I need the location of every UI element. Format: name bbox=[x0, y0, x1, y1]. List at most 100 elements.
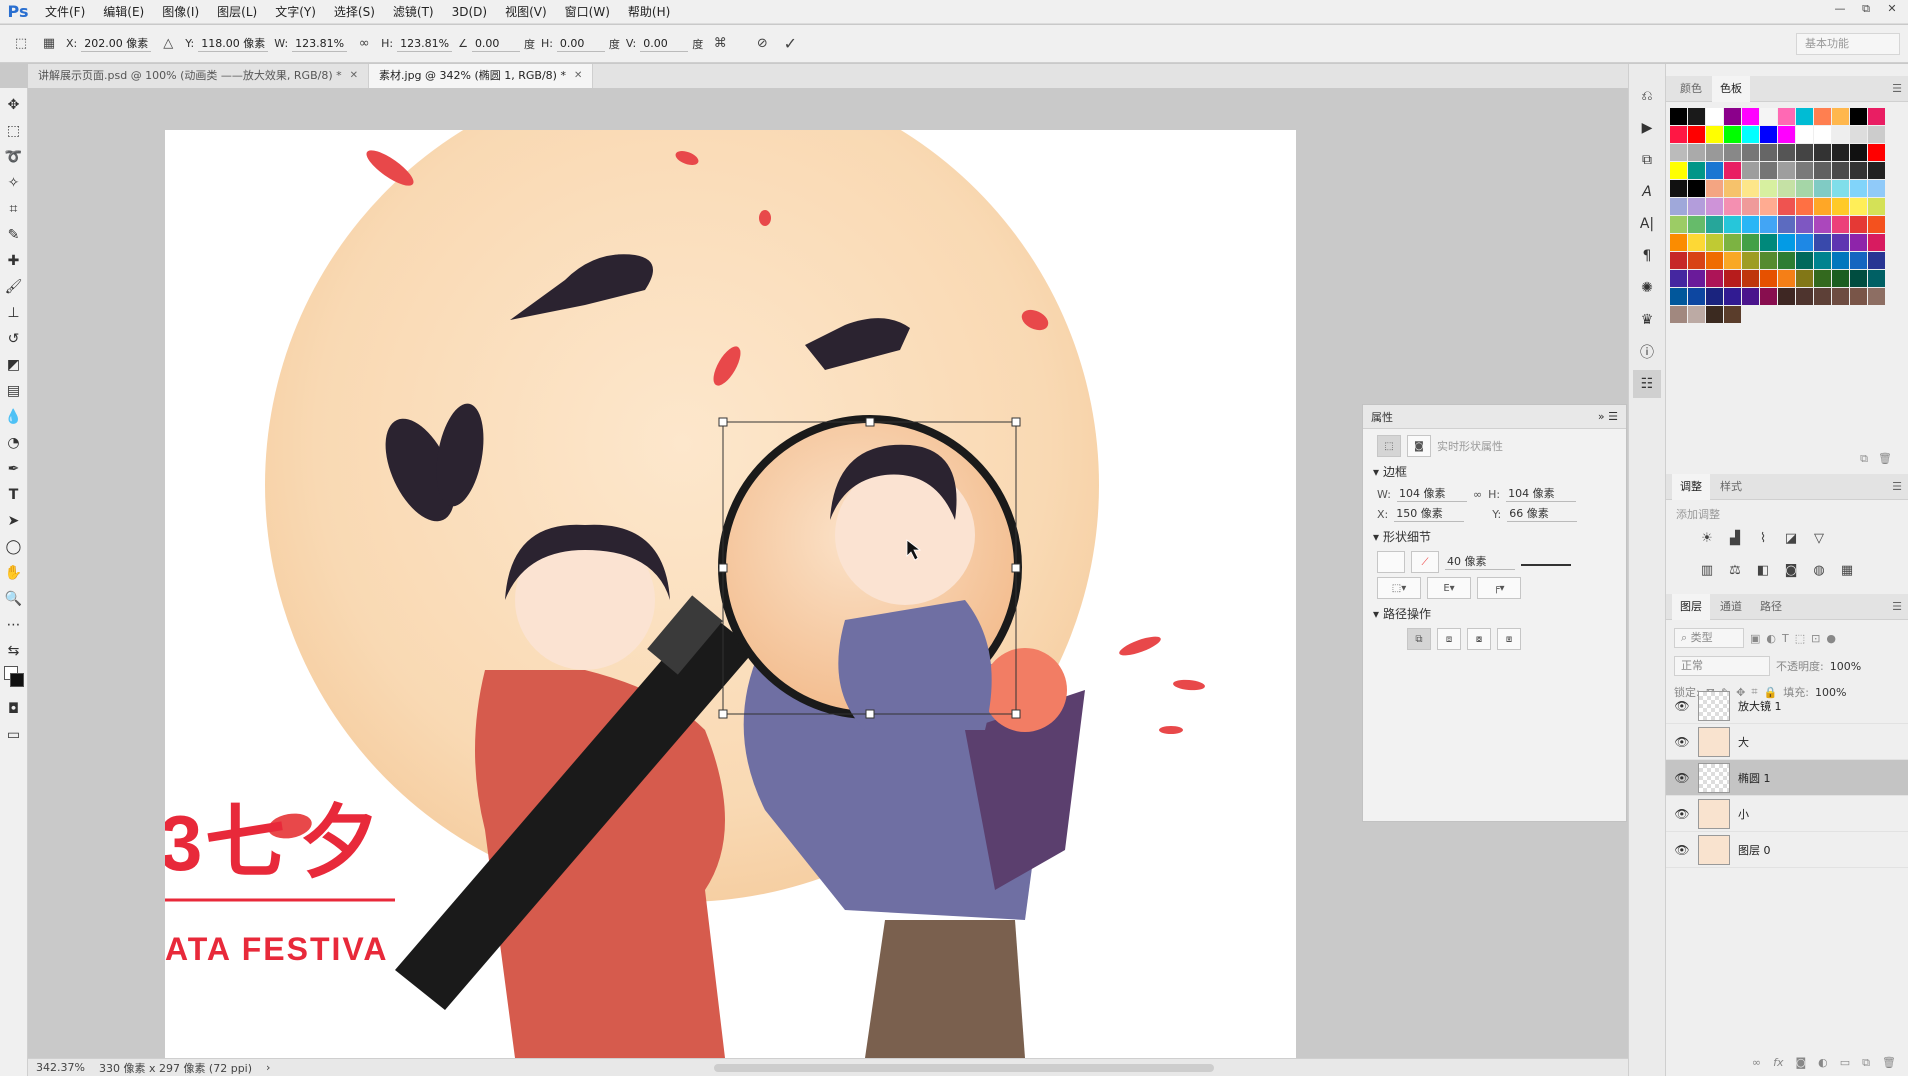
swatch[interactable] bbox=[1724, 198, 1741, 215]
y-input[interactable]: 118.00 像素 bbox=[198, 36, 269, 52]
swatch[interactable] bbox=[1742, 252, 1759, 269]
filter-shape-icon[interactable]: ⬚ bbox=[1795, 632, 1805, 645]
swatch[interactable] bbox=[1778, 252, 1795, 269]
swatch[interactable] bbox=[1742, 108, 1759, 125]
align-stroke-icon[interactable]: ⬚▾ bbox=[1377, 577, 1421, 599]
swatch[interactable] bbox=[1724, 252, 1741, 269]
lasso-tool-icon[interactable]: ➰ bbox=[1, 144, 27, 170]
dodge-tool-icon[interactable]: ◔ bbox=[1, 430, 27, 456]
minimize-button[interactable]: — bbox=[1830, 0, 1850, 18]
menu-item[interactable]: 图层(L) bbox=[208, 0, 266, 24]
eyedropper-tool-icon[interactable]: ✎ bbox=[1, 222, 27, 248]
tab-document-2[interactable]: 素材.jpg @ 342% (椭圆 1, RGB/8) * ✕ bbox=[369, 64, 594, 88]
opacity-input[interactable]: 100% bbox=[1830, 660, 1861, 673]
swatch[interactable] bbox=[1796, 198, 1813, 215]
info-icon[interactable]: ⓘ bbox=[1633, 338, 1661, 366]
swatch[interactable] bbox=[1796, 144, 1813, 161]
swatch[interactable] bbox=[1778, 216, 1795, 233]
swatch[interactable] bbox=[1760, 198, 1777, 215]
swatch[interactable] bbox=[1760, 288, 1777, 305]
levels-icon[interactable]: ▟ bbox=[1724, 528, 1746, 548]
swatch[interactable] bbox=[1706, 252, 1723, 269]
swatch[interactable] bbox=[1796, 216, 1813, 233]
actions-play-icon[interactable]: ▶ bbox=[1633, 114, 1661, 142]
swatch[interactable] bbox=[1778, 144, 1795, 161]
eraser-tool-icon[interactable]: ◩ bbox=[1, 352, 27, 378]
swatch[interactable] bbox=[1850, 108, 1867, 125]
reference-point-icon[interactable]: ▦ bbox=[38, 33, 60, 55]
type-tool-icon[interactable]: T bbox=[1, 482, 27, 508]
menu-item[interactable]: 窗口(W) bbox=[556, 0, 619, 24]
swatch[interactable] bbox=[1850, 144, 1867, 161]
add-mask-icon[interactable]: ◙ bbox=[1795, 1056, 1806, 1076]
tab-paths[interactable]: 路径 bbox=[1752, 594, 1790, 620]
subtract-shape-icon[interactable]: ⧈ bbox=[1437, 628, 1461, 650]
swatch[interactable] bbox=[1850, 288, 1867, 305]
swatch[interactable] bbox=[1832, 108, 1849, 125]
swatch[interactable] bbox=[1706, 234, 1723, 251]
swatch[interactable] bbox=[1778, 180, 1795, 197]
swatch[interactable] bbox=[1796, 270, 1813, 287]
swatch[interactable] bbox=[1868, 162, 1885, 179]
swatch[interactable] bbox=[1706, 306, 1723, 323]
tab-adjustments[interactable]: 调整 bbox=[1672, 473, 1710, 500]
swatch[interactable] bbox=[1724, 162, 1741, 179]
layer-row[interactable]: 👁 大 bbox=[1666, 724, 1908, 760]
color-balance-icon[interactable]: ⚖ bbox=[1724, 560, 1746, 580]
swatch[interactable] bbox=[1724, 216, 1741, 233]
exclude-shape-icon[interactable]: ⧆ bbox=[1497, 628, 1521, 650]
swatch[interactable] bbox=[1688, 306, 1705, 323]
swatch[interactable] bbox=[1796, 180, 1813, 197]
line-join-icon[interactable]: ╒▾ bbox=[1477, 577, 1521, 599]
swatch[interactable] bbox=[1778, 162, 1795, 179]
swatch[interactable] bbox=[1832, 144, 1849, 161]
swatch[interactable] bbox=[1706, 144, 1723, 161]
color-swatch-icon[interactable] bbox=[1, 664, 27, 696]
link-layers-icon[interactable]: ∞ bbox=[1752, 1056, 1761, 1076]
swatch[interactable] bbox=[1778, 108, 1795, 125]
fx-icon[interactable]: fx bbox=[1773, 1056, 1783, 1076]
new-group-icon[interactable]: ▭ bbox=[1840, 1056, 1850, 1076]
section-shape[interactable]: ▾ 形状细节 bbox=[1363, 524, 1626, 549]
combine-shapes-icon[interactable]: ⧉ bbox=[1407, 628, 1431, 650]
close-icon[interactable]: ✕ bbox=[350, 64, 358, 88]
menu-item[interactable]: 编辑(E) bbox=[94, 0, 153, 24]
swatch[interactable] bbox=[1850, 270, 1867, 287]
move-tool-icon[interactable]: ✥ bbox=[1, 92, 27, 118]
transform-tool-icon[interactable]: ⬚ bbox=[10, 33, 32, 55]
tab-document-1[interactable]: 讲解展示页面.psd @ 100% (动画类 ——放大效果, RGB/8) * … bbox=[28, 64, 370, 88]
cancel-transform-icon[interactable]: ⊘ bbox=[751, 33, 773, 55]
swatch[interactable] bbox=[1868, 234, 1885, 251]
clone-stamp-tool-icon[interactable]: ⊥ bbox=[1, 300, 27, 326]
filter-adjust-icon[interactable]: ◐ bbox=[1766, 632, 1776, 645]
swatch[interactable] bbox=[1670, 162, 1687, 179]
delete-layer-icon[interactable]: 🗑 bbox=[1882, 1056, 1896, 1076]
tab-styles[interactable]: 样式 bbox=[1712, 474, 1750, 500]
section-bounds[interactable]: ▾ 边框 bbox=[1363, 459, 1626, 484]
shape-properties-icon[interactable]: ⬚ bbox=[1377, 435, 1401, 457]
swatch[interactable] bbox=[1724, 180, 1741, 197]
swatch[interactable] bbox=[1796, 288, 1813, 305]
new-swatch-icon[interactable]: ⧉ bbox=[1860, 452, 1868, 472]
menu-item[interactable]: 文件(F) bbox=[36, 0, 94, 24]
swatch[interactable] bbox=[1742, 216, 1759, 233]
swatch[interactable] bbox=[1868, 144, 1885, 161]
swatch[interactable] bbox=[1760, 162, 1777, 179]
ellipse-tool-icon[interactable]: ◯ bbox=[1, 534, 27, 560]
link-icon[interactable]: ∞ bbox=[353, 33, 375, 55]
swatch[interactable] bbox=[1688, 198, 1705, 215]
swatch[interactable] bbox=[1778, 198, 1795, 215]
vibrance-icon[interactable]: ▽ bbox=[1808, 528, 1830, 548]
delete-swatch-icon[interactable]: 🗑 bbox=[1878, 452, 1892, 472]
swatch[interactable] bbox=[1814, 234, 1831, 251]
swatch[interactable] bbox=[1760, 126, 1777, 143]
swatch[interactable] bbox=[1670, 198, 1687, 215]
character-icon[interactable]: A bbox=[1633, 178, 1661, 206]
swatch[interactable] bbox=[1706, 216, 1723, 233]
workspace-select[interactable]: 基本功能 bbox=[1796, 33, 1900, 55]
mask-properties-icon[interactable]: ◙ bbox=[1407, 435, 1431, 457]
vskew-input[interactable]: 0.00 bbox=[640, 36, 689, 52]
swatch[interactable] bbox=[1688, 252, 1705, 269]
swatch[interactable] bbox=[1760, 144, 1777, 161]
more-tools-icon[interactable]: ⋯ bbox=[1, 612, 27, 638]
